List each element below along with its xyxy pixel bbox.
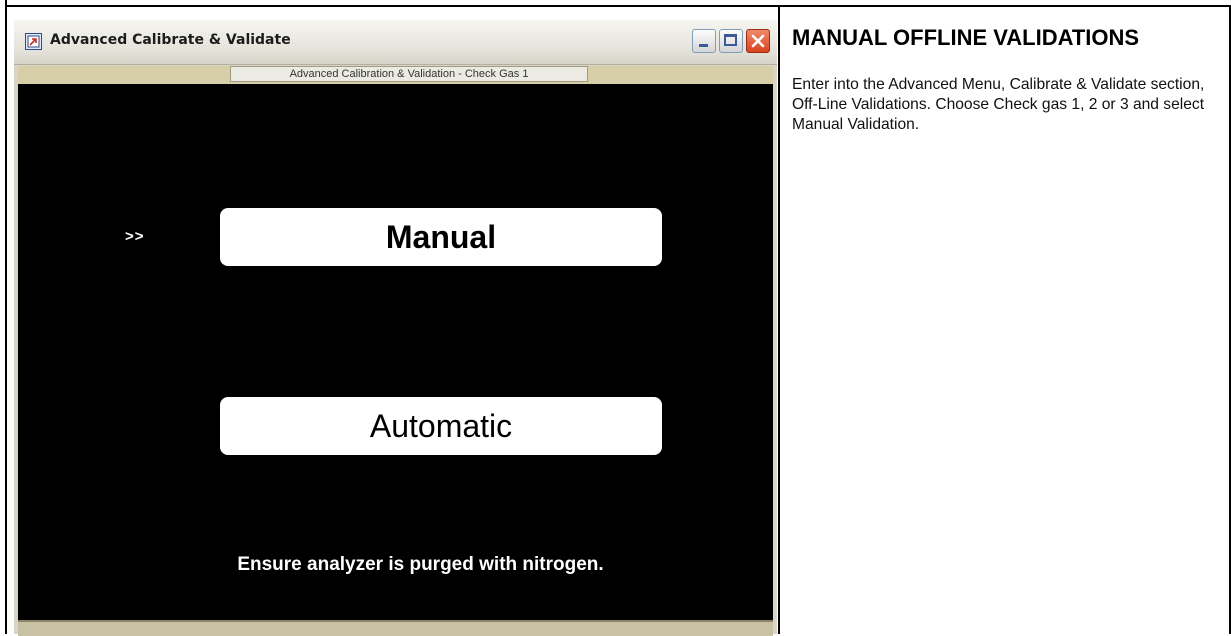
automatic-button[interactable]: Automatic xyxy=(220,397,662,455)
panel-heading: MANUAL OFFLINE VALIDATIONS xyxy=(792,25,1140,50)
calibrate-validate-window: Advanced Calibrate & Validate Advanced C… xyxy=(14,20,777,636)
app-window-icon[interactable] xyxy=(25,33,42,50)
minimize-button[interactable] xyxy=(692,29,716,53)
panel-body: Enter into the Advanced Menu, Calibrate … xyxy=(792,76,1205,133)
frame-divider xyxy=(778,5,780,634)
purge-notice: Ensure analyzer is purged with nitrogen. xyxy=(237,554,604,575)
maximize-button[interactable] xyxy=(719,29,743,53)
window-titlebar[interactable]: Advanced Calibrate & Validate xyxy=(14,20,777,65)
analyzer-screen: >> Manual Automatic Ensure analyzer is p… xyxy=(18,84,773,620)
window-title: Advanced Calibrate & Validate xyxy=(50,32,291,48)
manual-button[interactable]: Manual xyxy=(220,208,662,266)
frame-left-border xyxy=(5,0,7,634)
subtitle-bar: Advanced Calibration & Validation - Chec… xyxy=(18,66,773,84)
frame-top-border xyxy=(5,5,1231,7)
selection-marker: >> xyxy=(125,228,145,245)
close-icon xyxy=(751,34,765,48)
instructions-panel: MANUAL OFFLINE VALIDATIONS Enter into th… xyxy=(792,20,1222,135)
screen-subtitle: Advanced Calibration & Validation - Chec… xyxy=(230,66,588,82)
close-button[interactable] xyxy=(746,29,770,53)
